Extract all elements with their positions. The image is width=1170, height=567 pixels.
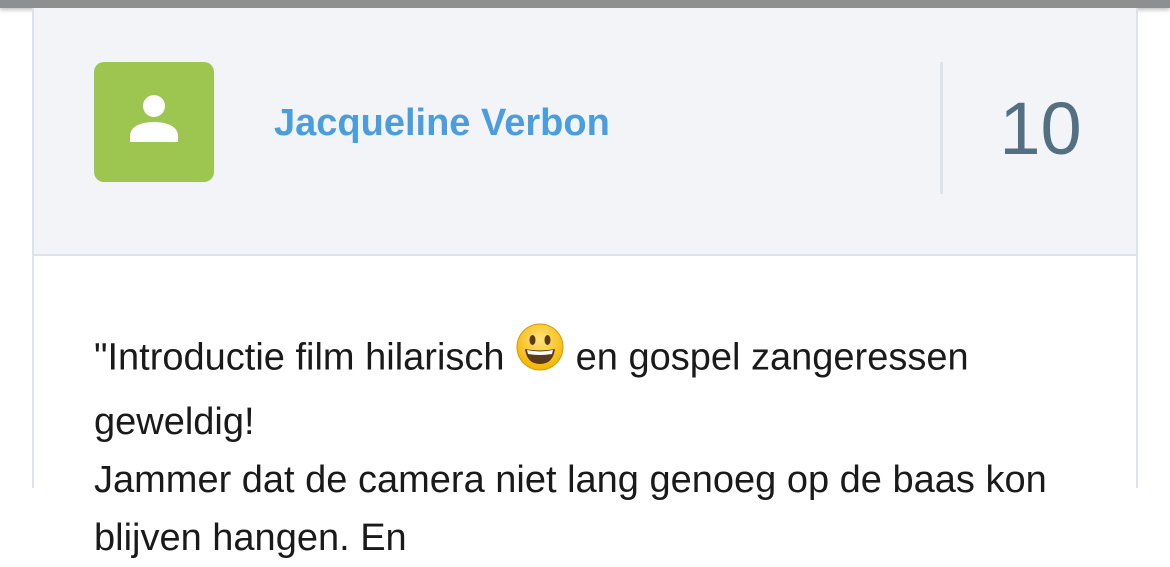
review-text-cutoff: Jammer dat de camera niet lang genoeg op…	[94, 459, 1047, 559]
review-text-start: "Introductie film hilarisch	[94, 336, 516, 379]
review-card: Jacqueline Verbon 10 "Introductie film h…	[32, 8, 1138, 559]
review-score: 10	[999, 87, 1082, 170]
avatar[interactable]	[94, 62, 214, 182]
user-icon	[130, 95, 178, 142]
review-text: "Introductie film hilarisch en gospel za…	[94, 323, 1104, 567]
top-shadow-bar	[0, 0, 1170, 8]
author-name-link[interactable]: Jacqueline Verbon	[274, 102, 610, 145]
grinning-face-icon	[515, 322, 565, 389]
review-header: Jacqueline Verbon 10	[34, 8, 1136, 256]
